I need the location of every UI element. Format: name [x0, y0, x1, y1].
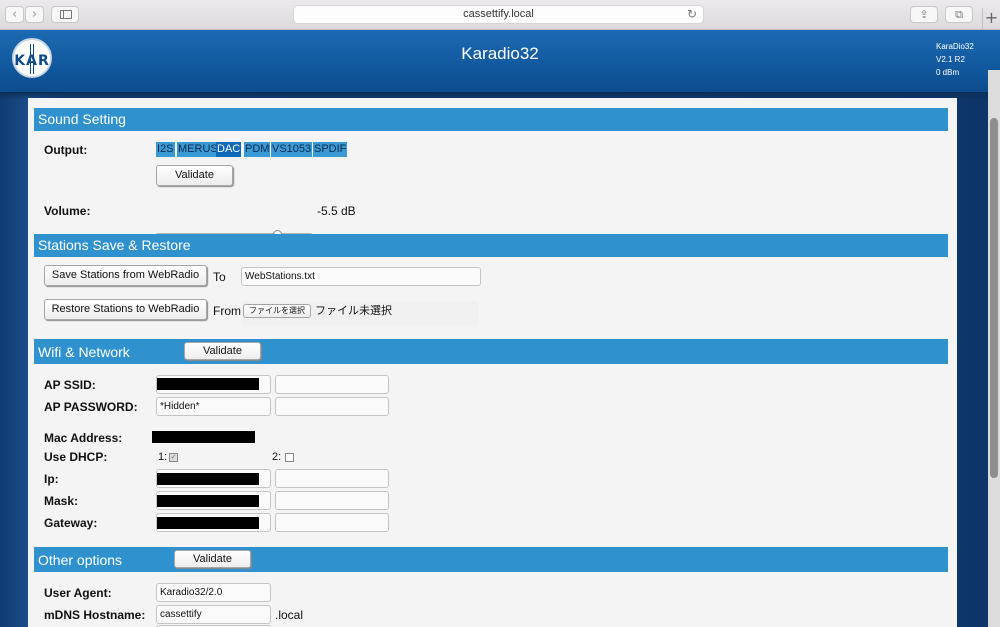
ip-input-2[interactable] [275, 469, 389, 488]
ip-input-1[interactable] [156, 469, 271, 488]
section-sound-setting: Sound Setting [34, 108, 948, 131]
settings-panel: Sound Setting Output: I2S MERUS DAC PDM … [28, 98, 957, 627]
plus-icon: + [984, 8, 999, 27]
use-dhcp-label: Use DHCP: [44, 450, 108, 464]
version-info: KaraDio32 V2.1 R2 0 dBm [936, 40, 974, 79]
sidebar-icon [60, 10, 72, 19]
save-stations-button[interactable]: Save Stations from WebRadio [44, 265, 207, 286]
section-other-options: Other options Validate [34, 547, 948, 572]
gateway-input-2[interactable] [275, 513, 389, 532]
ap-password-input-2[interactable] [275, 397, 389, 416]
user-agent-label: User Agent: [44, 586, 112, 600]
output-option-merus[interactable]: MERUS [177, 142, 219, 157]
dhcp1-checkbox[interactable]: ✓ [169, 453, 178, 462]
dhcp2-label: 2: [272, 451, 282, 463]
web-page: KAR Karadio32 KaraDio32 V2.1 R2 0 dBm So… [0, 30, 1000, 627]
ap-ssid-input-1[interactable] [156, 375, 271, 394]
output-label: Output: [44, 143, 88, 157]
ap-ssid-input-2[interactable] [275, 375, 389, 394]
section-title: Stations Save & Restore [38, 237, 191, 253]
page-header: KAR Karadio32 KaraDio32 V2.1 R2 0 dBm [0, 30, 1000, 92]
forward-icon: › [31, 7, 38, 22]
scrollbar-thumb[interactable] [990, 118, 998, 478]
ap-password-label: AP PASSWORD: [44, 400, 138, 414]
tabs-icon: ⧉ [955, 8, 963, 21]
gateway-label: Gateway: [44, 516, 98, 530]
volume-value: -5.5 dB [317, 204, 356, 218]
mask-input-2[interactable] [275, 491, 389, 510]
sound-validate-button[interactable]: Validate [156, 165, 233, 186]
mask-label: Mask: [44, 494, 79, 508]
version-line: V2.1 R2 [936, 55, 965, 64]
output-option-vs1053[interactable]: VS1053 [271, 142, 313, 157]
wifi-validate-button[interactable]: Validate [184, 342, 261, 360]
file-picker: ファイルを選択 ファイル未選択 [241, 301, 479, 325]
output-option-i2s[interactable]: I2S [156, 142, 175, 157]
no-file-text: ファイル未選択 [315, 305, 392, 317]
share-button[interactable]: ⇪ [910, 6, 938, 23]
output-option-spdif[interactable]: SPDIF [313, 142, 348, 157]
section-title: Sound Setting [38, 111, 126, 127]
redacted-value [157, 473, 259, 485]
section-title: Other options [38, 552, 123, 568]
volume-label: Volume: [44, 204, 91, 218]
output-option-pdm[interactable]: PDM [244, 142, 271, 157]
forward-button[interactable]: › [25, 6, 44, 23]
section-stations: Stations Save & Restore [34, 234, 948, 257]
dhcp2-checkbox[interactable] [285, 453, 294, 462]
version-line: KaraDio32 [936, 42, 974, 51]
gateway-input-1[interactable] [156, 513, 271, 532]
sidebar-toggle-button[interactable] [51, 6, 79, 23]
mac-address-label: Mac Address: [44, 431, 123, 445]
mdns-suffix: .local [275, 608, 304, 622]
choose-file-button[interactable]: ファイルを選択 [243, 304, 311, 318]
back-button[interactable]: ‹ [5, 6, 24, 23]
section-wifi: Wifi & Network Validate [34, 339, 948, 364]
to-label: To [213, 270, 226, 284]
from-label: From [213, 304, 241, 318]
restore-stations-button[interactable]: Restore Stations to WebRadio [44, 299, 207, 320]
redacted-value [157, 495, 259, 507]
address-bar[interactable]: cassettify.local ↻ [293, 5, 704, 24]
url-text: cassettify.local [463, 8, 534, 20]
mdns-hostname-input[interactable]: cassettify [156, 605, 271, 624]
scrollbar[interactable] [988, 70, 1000, 627]
filename-input[interactable]: WebStations.txt [241, 267, 481, 286]
reload-icon[interactable]: ↻ [687, 6, 697, 23]
mask-input-1[interactable] [156, 491, 271, 510]
page-title: Karadio32 [461, 44, 539, 63]
mac-address-value [152, 431, 255, 443]
tabs-overview-button[interactable]: ⧉ [945, 6, 973, 23]
mdns-hostname-label: mDNS Hostname: [44, 608, 146, 622]
new-tab-button[interactable]: + [982, 8, 1000, 30]
user-agent-input[interactable]: Karadio32/2.0 [156, 583, 271, 602]
redacted-value [157, 517, 259, 529]
output-option-dac[interactable]: DAC [216, 142, 242, 157]
other-validate-button[interactable]: Validate [174, 550, 251, 568]
ap-ssid-label: AP SSID: [44, 378, 96, 392]
dhcp1-label: 1: [158, 451, 168, 463]
ap-password-input-1[interactable]: *Hidden* [156, 397, 271, 416]
browser-toolbar: ‹ › cassettify.local ↻ ⇪ ⧉ + [0, 0, 1000, 30]
version-line: 0 dBm [936, 68, 960, 77]
redacted-value [157, 378, 259, 390]
section-title: Wifi & Network [38, 344, 130, 360]
share-icon: ⇪ [919, 8, 929, 21]
ip-label: Ip: [44, 472, 59, 486]
back-icon: ‹ [11, 7, 18, 22]
